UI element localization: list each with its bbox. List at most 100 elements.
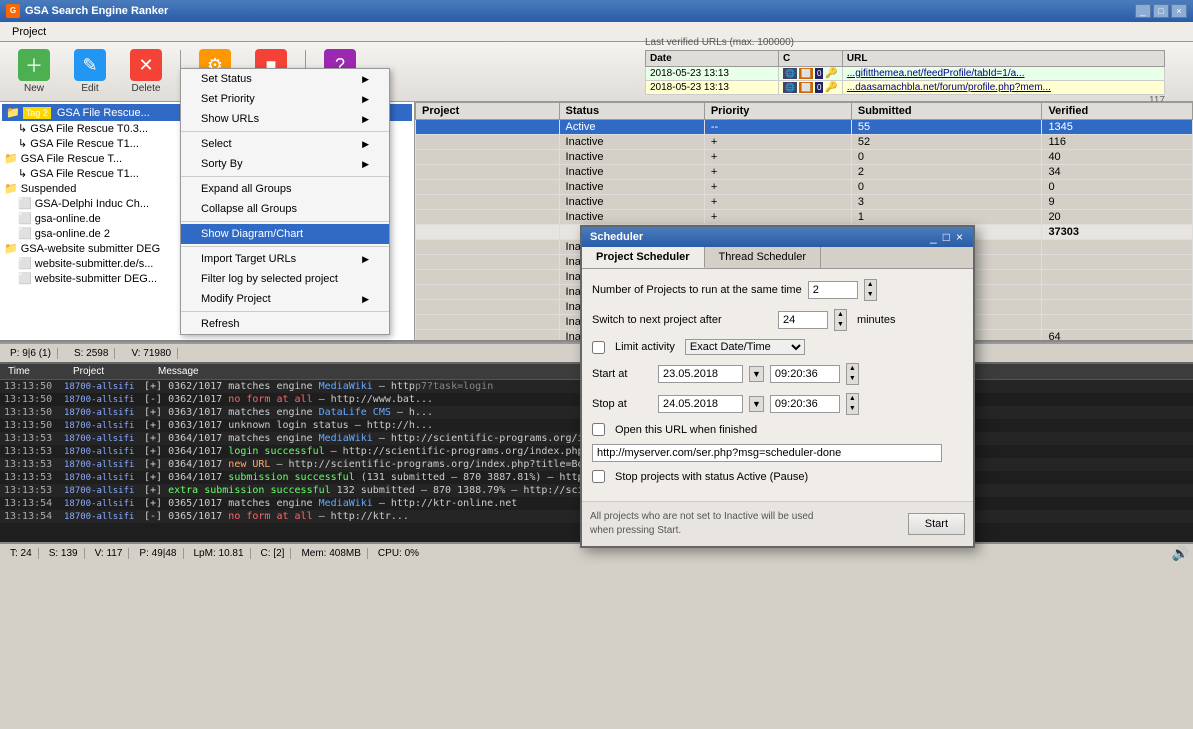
- url-row: [592, 444, 963, 462]
- col-verified: Verified: [1042, 103, 1193, 120]
- dialog-close-btn[interactable]: ×: [954, 230, 965, 244]
- tab-project-scheduler[interactable]: Project Scheduler: [582, 247, 705, 268]
- maximize-button[interactable]: □: [1153, 4, 1169, 18]
- limit-checkbox[interactable]: [592, 341, 605, 354]
- start-time-spinner[interactable]: ▲ ▼: [846, 363, 859, 385]
- url-col-date: Date: [646, 51, 779, 67]
- start-date[interactable]: [658, 365, 743, 383]
- start-date-picker[interactable]: ▼: [749, 366, 764, 382]
- ctx-modify-project[interactable]: Modify Project▶: [181, 289, 389, 309]
- start-label: Start at: [592, 368, 652, 380]
- stop-projects-row: Stop projects with status Active (Pause): [592, 470, 963, 483]
- ctx-refresh[interactable]: Refresh: [181, 314, 389, 334]
- table-row[interactable]: Active -- 55 1345: [416, 120, 1193, 135]
- url-input[interactable]: [592, 444, 942, 462]
- scheduler-dialog: Scheduler _ □ × Project Scheduler Thread…: [580, 225, 975, 548]
- open-url-row: Open this URL when finished: [592, 423, 963, 436]
- dialog-maximize[interactable]: □: [941, 230, 952, 244]
- status-s: S: 2598: [68, 348, 115, 359]
- stop-row: Stop at ▼ ▲ ▼: [592, 393, 963, 415]
- stop-date-picker[interactable]: ▼: [749, 396, 764, 412]
- start-row: Start at ▼ ▲ ▼: [592, 363, 963, 385]
- table-row[interactable]: Inactive+39: [416, 195, 1193, 210]
- ctx-filter-log[interactable]: Filter log by selected project: [181, 269, 389, 289]
- spin-down[interactable]: ▼: [847, 374, 858, 384]
- new-label: New: [24, 83, 44, 94]
- new-icon: ＋: [18, 49, 50, 81]
- edit-button[interactable]: ✎ Edit: [64, 46, 116, 98]
- ctx-expand-all[interactable]: Expand all Groups: [181, 179, 389, 199]
- ctx-collapse-all[interactable]: Collapse all Groups: [181, 199, 389, 219]
- col-project: Project: [416, 103, 560, 120]
- dialog-footer: All projects who are not set to Inactive…: [582, 501, 973, 546]
- bottom-mem: Mem: 408MB: [295, 548, 367, 559]
- dialog-controls[interactable]: _ □ ×: [928, 230, 965, 244]
- ctx-set-status[interactable]: Set Status▶: [181, 69, 389, 89]
- tab-thread-scheduler[interactable]: Thread Scheduler: [705, 247, 821, 268]
- dialog-title-text: Scheduler: [590, 231, 643, 243]
- stop-label: Stop at: [592, 398, 652, 410]
- delete-label: Delete: [132, 83, 161, 94]
- ctx-select[interactable]: Select▶: [181, 134, 389, 154]
- switch-spinner[interactable]: ▲ ▼: [834, 309, 847, 331]
- arrow-icon: ▶: [362, 74, 369, 85]
- spin-down[interactable]: ▼: [847, 404, 858, 414]
- url-row: 2018-05-23 13:13 🌐⬜0🔑 ...daasamachbla.ne…: [646, 81, 1165, 95]
- limit-row: Limit activity Exact Date/Time: [592, 339, 963, 355]
- open-url-label: Open this URL when finished: [615, 424, 757, 436]
- projects-row: Number of Projects to run at the same ti…: [592, 279, 963, 301]
- table-row[interactable]: Inactive+120: [416, 210, 1193, 225]
- close-button[interactable]: ×: [1171, 4, 1187, 18]
- table-row[interactable]: Inactive+234: [416, 165, 1193, 180]
- table-row[interactable]: Inactive+00: [416, 180, 1193, 195]
- title-bar: G GSA Search Engine Ranker _ □ ×: [0, 0, 1193, 22]
- stop-projects-label: Stop projects with status Active (Pause): [615, 471, 808, 483]
- stop-date[interactable]: [658, 395, 743, 413]
- window-controls[interactable]: _ □ ×: [1135, 4, 1187, 18]
- ctx-sort-by[interactable]: Sorty By▶: [181, 154, 389, 174]
- dialog-minimize[interactable]: _: [928, 230, 939, 244]
- bottom-lpm: LpM: 10.81: [188, 548, 251, 559]
- minimize-button[interactable]: _: [1135, 4, 1151, 18]
- projects-label: Number of Projects to run at the same ti…: [592, 284, 802, 296]
- spin-up[interactable]: ▲: [847, 364, 858, 374]
- ctx-import-urls[interactable]: Import Target URLs▶: [181, 249, 389, 269]
- spin-up[interactable]: ▲: [835, 310, 846, 320]
- ctx-show-urls[interactable]: Show URLs▶: [181, 109, 389, 129]
- stop-time-spinner[interactable]: ▲ ▼: [846, 393, 859, 415]
- switch-label: Switch to next project after: [592, 314, 772, 326]
- bottom-cpu: CPU: 0%: [372, 548, 425, 559]
- col-status: Status: [559, 103, 704, 120]
- spin-up[interactable]: ▲: [865, 280, 876, 290]
- projects-spinner[interactable]: ▲ ▼: [864, 279, 877, 301]
- table-row[interactable]: Inactive+040: [416, 150, 1193, 165]
- log-col-message: Message: [154, 366, 203, 377]
- open-url-checkbox[interactable]: [592, 423, 605, 436]
- delete-button[interactable]: ✕ Delete: [120, 46, 172, 98]
- start-button[interactable]: Start: [908, 513, 965, 535]
- ctx-set-priority[interactable]: Set Priority▶: [181, 89, 389, 109]
- stop-time[interactable]: [770, 395, 840, 413]
- bottom-p: P: 49|48: [133, 548, 183, 559]
- spin-down[interactable]: ▼: [835, 320, 846, 330]
- separator: [181, 246, 389, 247]
- start-time[interactable]: [770, 365, 840, 383]
- switch-input[interactable]: [778, 311, 828, 329]
- ctx-show-diagram[interactable]: Show Diagram/Chart: [181, 224, 389, 244]
- spin-down[interactable]: ▼: [865, 290, 876, 300]
- speaker-icon[interactable]: 🔊: [1172, 545, 1189, 562]
- status-badge: Active: [566, 121, 596, 133]
- stop-projects-checkbox[interactable]: [592, 470, 605, 483]
- limit-select[interactable]: Exact Date/Time: [685, 339, 805, 355]
- spin-up[interactable]: ▲: [847, 394, 858, 404]
- new-button[interactable]: ＋ New: [8, 46, 60, 98]
- menu-project[interactable]: Project: [4, 24, 54, 40]
- projects-input[interactable]: [808, 281, 858, 299]
- dialog-tabs: Project Scheduler Thread Scheduler: [582, 247, 973, 269]
- bottom-v: V: 117: [89, 548, 130, 559]
- col-submitted: Submitted: [851, 103, 1042, 120]
- table-row[interactable]: Inactive+52116: [416, 135, 1193, 150]
- dialog-body: Number of Projects to run at the same ti…: [582, 269, 973, 501]
- bottom-s: S: 139: [43, 548, 85, 559]
- url-table: Date C URL 2018-05-23 13:13 🌐⬜0🔑 ...gifi…: [645, 50, 1165, 95]
